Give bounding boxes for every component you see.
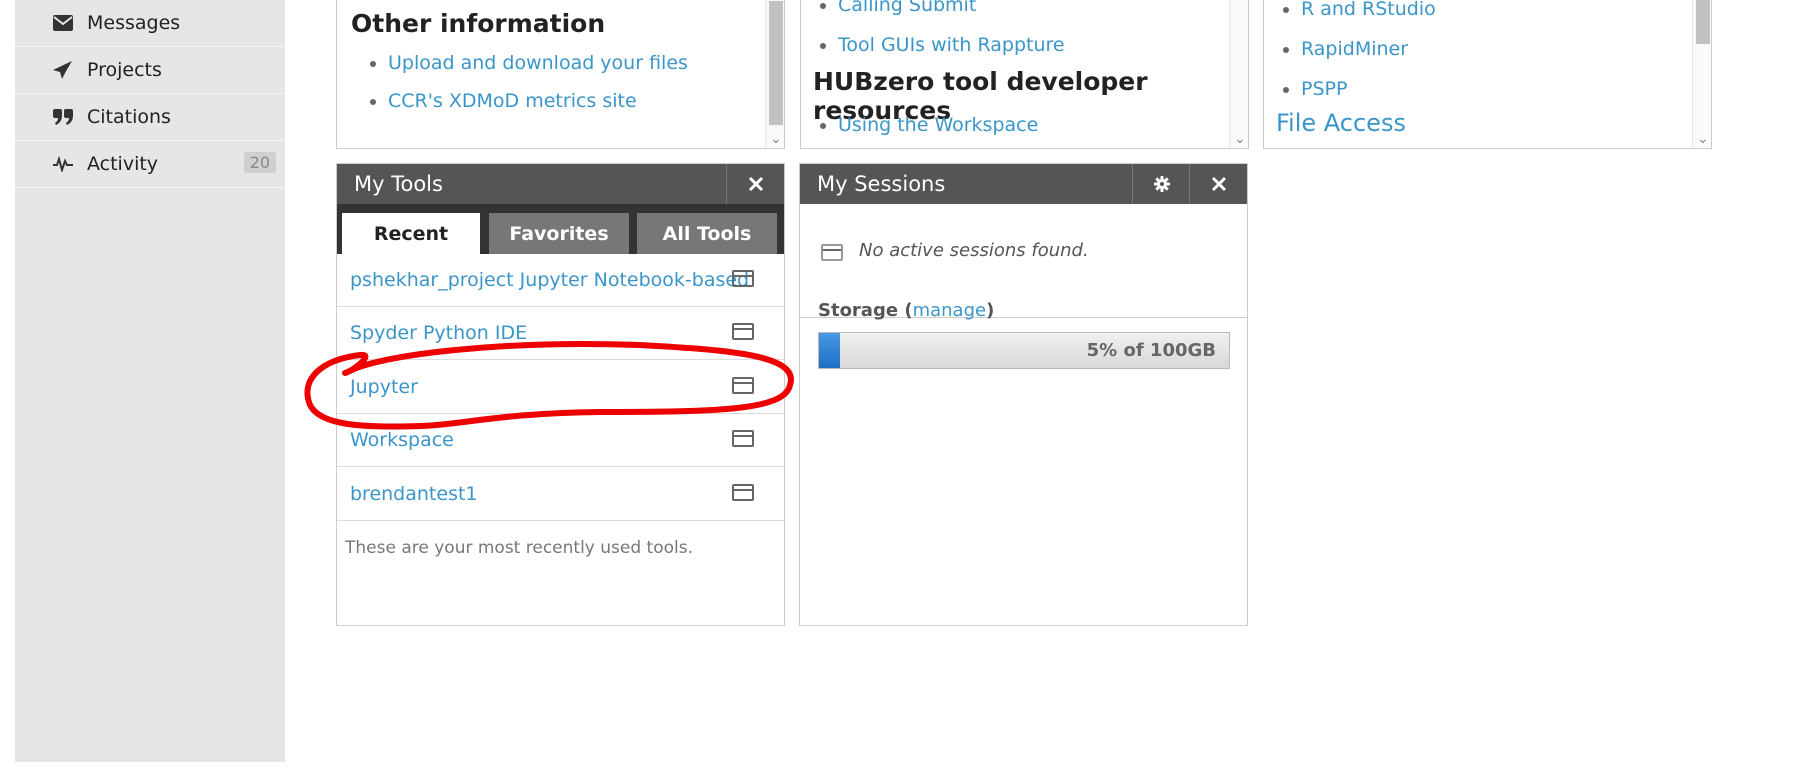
xdmod-metrics-link[interactable]: CCR's XDMoD metrics site (388, 90, 637, 112)
close-icon (748, 176, 763, 192)
other-information-panel: Other information Upload and download yo… (336, 0, 785, 149)
rapidminer-link[interactable]: RapidMiner (1301, 38, 1408, 60)
launch-window-icon[interactable] (732, 270, 754, 287)
my-tools-title: My Tools (354, 172, 443, 196)
storage-heading: Storage (manage) (818, 300, 995, 321)
tab-favorites[interactable]: Favorites (489, 213, 629, 254)
tool-row-brendantest1[interactable]: brendantest1 (337, 468, 784, 521)
my-tools-header: My Tools (337, 164, 784, 204)
my-tools-footer: These are your most recently used tools. (345, 538, 693, 558)
tool-name[interactable]: pshekhar_project Jupyter Notebook-based (350, 269, 749, 291)
sidebar-item-label: Activity (87, 153, 159, 175)
storage-meter: 5% of 100GB (818, 332, 1230, 369)
using-workspace-link[interactable]: Using the Workspace (838, 114, 1038, 136)
storage-usage-text: 5% of 100GB (1086, 340, 1216, 361)
activity-count-badge: 20 (243, 152, 276, 173)
envelope-icon (52, 12, 74, 34)
scrollbar[interactable]: ⌄ (765, 0, 784, 148)
close-icon (1211, 176, 1226, 192)
close-my-tools-button[interactable] (726, 164, 784, 204)
session-window-icon (821, 244, 843, 261)
storage-meter-fill (819, 333, 840, 368)
my-sessions-header: My Sessions (800, 164, 1247, 204)
chevron-down-icon[interactable]: ⌄ (1234, 132, 1246, 146)
tool-name[interactable]: Spyder Python IDE (350, 322, 527, 344)
tab-all-tools[interactable]: All Tools (637, 213, 777, 254)
sidebar-item-label: Messages (87, 12, 181, 34)
paper-plane-icon (52, 59, 74, 81)
sidebar: Messages Projects Citations Activity 20 (15, 0, 285, 762)
tool-name[interactable]: Workspace (350, 429, 454, 451)
my-sessions-widget: My Sessions No active sessions found. St… (799, 163, 1248, 626)
tool-row-jupyter[interactable]: Jupyter (337, 361, 784, 414)
scrollbar[interactable]: ⌄ (1229, 0, 1248, 148)
settings-button[interactable] (1132, 164, 1190, 204)
no-sessions-text: No active sessions found. (859, 240, 1089, 261)
sidebar-item-messages[interactable]: Messages (15, 0, 285, 47)
developer-resources-panel: Calling Submit Tool GUIs with Rappture H… (800, 0, 1249, 149)
close-my-sessions-button[interactable] (1189, 164, 1247, 204)
quote-icon (52, 106, 74, 128)
pspp-link[interactable]: PSPP (1301, 78, 1347, 100)
software-panel: R and RStudio RapidMiner PSPP File Acces… (1263, 0, 1712, 149)
launch-window-icon[interactable] (732, 430, 754, 447)
tool-name[interactable]: Jupyter (350, 376, 418, 398)
r-rstudio-link[interactable]: R and RStudio (1301, 0, 1436, 20)
scrollbar-thumb[interactable] (1696, 0, 1710, 44)
tool-row-pshekhar-project[interactable]: pshekhar_project Jupyter Notebook-based (337, 254, 784, 307)
launch-window-icon[interactable] (732, 484, 754, 501)
tool-row-spyder[interactable]: Spyder Python IDE (337, 307, 784, 360)
sidebar-item-label: Citations (87, 106, 171, 128)
manage-storage-link[interactable]: manage (913, 300, 987, 321)
upload-download-link[interactable]: Upload and download your files (388, 52, 688, 74)
sidebar-item-projects[interactable]: Projects (15, 47, 285, 94)
scrollbar-thumb[interactable] (769, 1, 783, 125)
calling-submit-link[interactable]: Calling Submit (838, 0, 976, 16)
gear-icon (1153, 176, 1170, 192)
tool-name[interactable]: brendantest1 (350, 483, 478, 505)
file-access-link[interactable]: File Access (1276, 109, 1406, 137)
sidebar-item-label: Projects (87, 59, 162, 81)
my-sessions-title: My Sessions (817, 172, 946, 196)
launch-window-icon[interactable] (732, 323, 754, 340)
tool-row-workspace[interactable]: Workspace (337, 414, 784, 467)
other-information-heading: Other information (351, 9, 606, 38)
chevron-down-icon[interactable]: ⌄ (770, 132, 782, 146)
chevron-down-icon[interactable]: ⌄ (1697, 132, 1709, 146)
launch-window-icon[interactable] (732, 377, 754, 394)
my-tools-widget: My Tools Recent Favorites All Tools pshe… (336, 163, 785, 626)
storage-label: Storage (818, 300, 899, 321)
activity-icon (52, 153, 74, 175)
my-tools-tabs: Recent Favorites All Tools (337, 204, 784, 254)
sidebar-item-citations[interactable]: Citations (15, 94, 285, 141)
tab-recent[interactable]: Recent (342, 213, 480, 254)
scrollbar[interactable]: ⌄ (1692, 0, 1711, 148)
sidebar-item-activity[interactable]: Activity 20 (15, 141, 285, 188)
rappture-link[interactable]: Tool GUIs with Rappture (838, 34, 1065, 56)
